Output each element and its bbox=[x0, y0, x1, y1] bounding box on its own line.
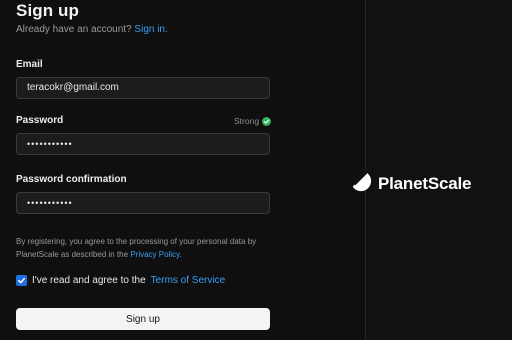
checkmark-icon bbox=[18, 277, 25, 284]
planetscale-logo: PlanetScale bbox=[349, 169, 472, 197]
email-field[interactable]: teracokr@gmail.com bbox=[16, 77, 270, 99]
signup-page: Sign up Already have an account? Sign in… bbox=[0, 0, 512, 340]
email-label: Email bbox=[16, 59, 43, 70]
page-title: Sign up bbox=[16, 1, 80, 20]
password-confirmation-field[interactable]: ••••••••••• bbox=[16, 192, 270, 214]
signup-button[interactable]: Sign up bbox=[16, 308, 270, 330]
password-strength: Strong bbox=[234, 116, 272, 126]
privacy-policy-link[interactable]: Privacy Policy bbox=[130, 250, 179, 259]
terms-of-service-link[interactable]: Terms of Service bbox=[151, 275, 225, 286]
planetscale-wordmark: PlanetScale bbox=[378, 173, 472, 193]
signup-form-pane: Sign up Already have an account? Sign in… bbox=[0, 0, 365, 340]
terms-agreement: I've read and agree to the Terms of Serv… bbox=[16, 275, 225, 286]
terms-agreement-text: I've read and agree to the bbox=[32, 275, 146, 286]
terms-checkbox[interactable] bbox=[16, 275, 27, 286]
legal-end: . bbox=[179, 249, 182, 259]
password-field[interactable]: ••••••••••• bbox=[16, 133, 270, 155]
signin-link[interactable]: Sign in. bbox=[134, 24, 167, 35]
password-strength-text: Strong bbox=[234, 116, 260, 126]
signin-prompt-text: Already have an account? bbox=[16, 24, 132, 35]
planetscale-logo-icon bbox=[349, 169, 372, 197]
signin-prompt: Already have an account? Sign in. bbox=[16, 24, 168, 35]
check-circle-icon bbox=[262, 116, 272, 126]
password-label: Password bbox=[16, 115, 64, 126]
password-confirmation-label: Password confirmation bbox=[16, 174, 127, 185]
legal-notice: By registering, you agree to the process… bbox=[16, 236, 286, 261]
